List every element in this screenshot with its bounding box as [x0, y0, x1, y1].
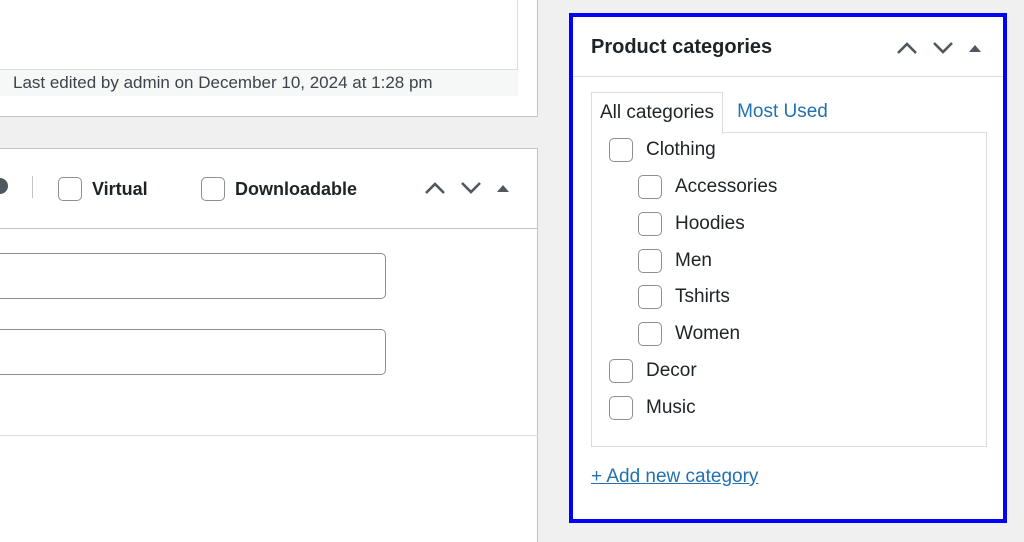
help-icon[interactable]	[0, 178, 8, 194]
editor-content[interactable]: Last edited by admin on December 10, 202…	[0, 0, 518, 96]
chevron-down-icon[interactable]	[932, 41, 954, 55]
price-input[interactable]	[0, 253, 386, 299]
add-new-category-link[interactable]: + Add new category	[591, 466, 758, 488]
virtual-checkbox[interactable]: Virtual	[58, 177, 148, 201]
category-item-women[interactable]: Women	[638, 322, 740, 346]
chevron-up-icon[interactable]	[896, 41, 918, 55]
category-checkbox[interactable]	[638, 175, 662, 199]
category-item-hoodies[interactable]: Hoodies	[638, 212, 745, 236]
product-data-header: Virtual Downloadable	[0, 149, 537, 229]
category-checklist[interactable]: Clothing Accessories Hoodies Men Tshirts…	[591, 132, 987, 447]
category-item-decor[interactable]: Decor	[609, 359, 697, 383]
chevron-up-icon[interactable]	[424, 181, 446, 195]
category-item-clothing[interactable]: Clothing	[609, 138, 716, 162]
category-label: Women	[675, 323, 741, 344]
sale-price-input[interactable]	[0, 329, 386, 375]
virtual-checkbox-box[interactable]	[58, 177, 82, 201]
category-item-music[interactable]: Music	[609, 396, 696, 420]
divider	[0, 435, 538, 436]
triangle-up-icon[interactable]	[968, 43, 982, 53]
category-checkbox[interactable]	[638, 285, 662, 309]
categories-header: Product categories	[573, 17, 1003, 77]
categories-title: Product categories	[591, 36, 773, 58]
downloadable-checkbox[interactable]: Downloadable	[201, 177, 357, 201]
downloadable-label: Downloadable	[235, 178, 358, 199]
category-label: Hoodies	[675, 213, 745, 234]
product-categories-box: Product categories All categories Most U…	[569, 13, 1007, 523]
last-edited-status: Last edited by admin on December 10, 202…	[0, 69, 518, 96]
virtual-label: Virtual	[92, 178, 148, 199]
category-checkbox[interactable]	[638, 249, 662, 273]
category-label: Decor	[646, 360, 697, 381]
category-tabs: All categories Most Used	[591, 92, 838, 134]
divider	[32, 176, 33, 198]
category-checkbox[interactable]	[609, 396, 633, 420]
editor-area: Last edited by admin on December 10, 202…	[0, 0, 538, 117]
category-label: Music	[646, 397, 696, 418]
box-controls	[896, 41, 982, 55]
category-label: Men	[675, 250, 712, 271]
category-checkbox[interactable]	[638, 322, 662, 346]
chevron-down-icon[interactable]	[460, 181, 482, 195]
category-checkbox[interactable]	[638, 212, 662, 236]
category-checkbox[interactable]	[609, 138, 633, 162]
tab-all-categories[interactable]: All categories	[591, 92, 724, 134]
category-checkbox[interactable]	[609, 359, 633, 383]
category-item-tshirts[interactable]: Tshirts	[638, 285, 730, 309]
product-data-panel: Virtual Downloadable	[0, 148, 538, 542]
tab-most-used[interactable]: Most Used	[723, 92, 838, 133]
panel-controls	[424, 181, 510, 195]
category-label: Clothing	[646, 139, 716, 160]
triangle-up-icon[interactable]	[496, 183, 510, 193]
downloadable-checkbox-box[interactable]	[201, 177, 225, 201]
category-label: Tshirts	[675, 286, 730, 307]
category-item-men[interactable]: Men	[638, 249, 712, 273]
category-label: Accessories	[675, 176, 778, 197]
category-item-accessories[interactable]: Accessories	[638, 175, 777, 199]
